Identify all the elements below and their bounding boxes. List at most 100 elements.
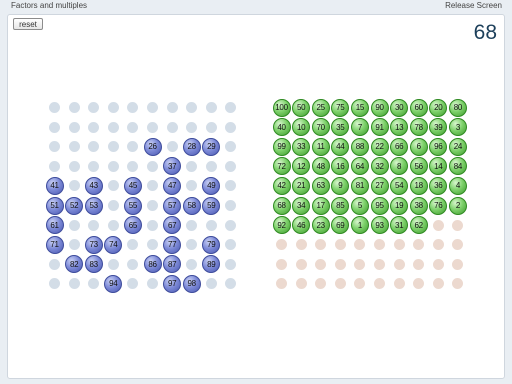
number-ball[interactable]: 31 [390,216,409,235]
number-ball[interactable]: 50 [292,98,311,117]
grid-cell[interactable]: 74 [104,235,124,255]
grid-cell[interactable]: 47 [163,176,183,196]
grid-cell[interactable]: 33 [292,137,312,157]
grid-cell[interactable]: 70 [311,118,331,138]
number-ball[interactable]: 35 [331,118,350,137]
number-ball[interactable]: 43 [84,176,103,195]
number-ball[interactable]: 37 [163,157,182,176]
grid-cell[interactable]: 87 [163,255,183,275]
number-ball[interactable]: 77 [163,235,182,254]
number-ball[interactable]: 27 [370,176,389,195]
grid-cell[interactable]: 48 [311,157,331,177]
grid-cell[interactable]: 82 [65,255,85,275]
grid-cell[interactable]: 35 [331,118,351,138]
grid-cell[interactable]: 81 [350,176,370,196]
number-ball[interactable]: 11 [311,137,330,156]
number-ball[interactable]: 65 [123,216,142,235]
grid-cell[interactable]: 40 [272,118,292,138]
number-ball[interactable]: 72 [272,157,291,176]
grid-cell[interactable]: 13 [390,118,410,138]
number-ball[interactable]: 100 [272,98,291,117]
number-ball[interactable]: 73 [84,235,103,254]
grid-cell[interactable]: 44 [331,137,351,157]
number-ball[interactable]: 4 [448,176,467,195]
number-ball[interactable]: 8 [390,157,409,176]
number-ball[interactable]: 96 [429,137,448,156]
number-ball[interactable]: 56 [409,157,428,176]
number-ball[interactable]: 76 [429,196,448,215]
number-ball[interactable]: 33 [292,137,311,156]
number-ball[interactable]: 55 [123,196,142,215]
grid-cell[interactable]: 42 [272,176,292,196]
grid-cell[interactable]: 73 [84,235,104,255]
number-ball[interactable]: 34 [292,196,311,215]
grid-cell[interactable]: 25 [311,98,331,118]
grid-cell[interactable]: 31 [390,216,410,236]
grid-cell[interactable]: 7 [350,118,370,138]
number-ball[interactable]: 58 [182,196,201,215]
number-ball[interactable]: 87 [163,255,182,274]
grid-cell[interactable]: 71 [45,235,65,255]
number-ball[interactable]: 82 [65,255,84,274]
number-ball[interactable]: 94 [104,274,123,293]
grid-cell[interactable]: 91 [370,118,390,138]
grid-cell[interactable]: 12 [292,157,312,177]
number-ball[interactable]: 85 [331,196,350,215]
number-ball[interactable]: 99 [272,137,291,156]
grid-cell[interactable]: 93 [370,216,390,236]
number-ball[interactable]: 68 [272,196,291,215]
grid-cell[interactable]: 41 [45,176,65,196]
grid-cell[interactable]: 50 [292,98,312,118]
grid-cell[interactable]: 53 [84,196,104,216]
grid-cell[interactable]: 80 [448,98,468,118]
grid-cell[interactable]: 32 [370,157,390,177]
number-ball[interactable]: 60 [409,98,428,117]
grid-cell[interactable]: 28 [182,137,202,157]
grid-cell[interactable]: 36 [429,176,449,196]
number-ball[interactable]: 29 [202,137,221,156]
number-ball[interactable]: 42 [272,176,291,195]
number-ball[interactable]: 78 [409,118,428,137]
grid-cell[interactable]: 90 [370,98,390,118]
number-ball[interactable]: 83 [84,255,103,274]
number-ball[interactable]: 92 [272,216,291,235]
grid-cell[interactable]: 20 [429,98,449,118]
number-ball[interactable]: 86 [143,255,162,274]
number-ball[interactable]: 46 [292,216,311,235]
number-ball[interactable]: 54 [390,176,409,195]
grid-cell[interactable]: 63 [311,176,331,196]
number-ball[interactable]: 26 [143,137,162,156]
grid-cell[interactable]: 34 [292,196,312,216]
release-screen-button[interactable]: Release Screen [445,1,502,10]
grid-cell[interactable]: 54 [390,176,410,196]
grid-cell[interactable]: 5 [350,196,370,216]
reset-button[interactable]: reset [13,18,43,30]
grid-cell[interactable]: 22 [370,137,390,157]
grid-cell[interactable]: 6 [409,137,429,157]
grid-cell[interactable]: 55 [123,196,143,216]
grid-cell[interactable]: 75 [331,98,351,118]
number-ball[interactable]: 71 [45,235,64,254]
number-ball[interactable]: 74 [104,235,123,254]
number-ball[interactable]: 10 [292,118,311,137]
number-ball[interactable]: 23 [311,216,330,235]
number-ball[interactable]: 79 [202,235,221,254]
grid-cell[interactable]: 60 [409,98,429,118]
grid-cell[interactable]: 43 [84,176,104,196]
number-ball[interactable]: 88 [350,137,369,156]
grid-cell[interactable]: 97 [163,274,183,294]
grid-cell[interactable]: 14 [429,157,449,177]
grid-cell[interactable]: 64 [350,157,370,177]
number-ball[interactable]: 7 [350,118,369,137]
number-ball[interactable]: 63 [311,176,330,195]
number-ball[interactable]: 98 [182,274,201,293]
grid-cell[interactable]: 61 [45,216,65,236]
number-ball[interactable]: 49 [202,176,221,195]
number-ball[interactable]: 14 [429,157,448,176]
number-ball[interactable]: 39 [429,118,448,137]
grid-cell[interactable]: 26 [143,137,163,157]
number-ball[interactable]: 22 [370,137,389,156]
number-ball[interactable]: 36 [429,176,448,195]
number-ball[interactable]: 16 [331,157,350,176]
number-ball[interactable]: 45 [123,176,142,195]
